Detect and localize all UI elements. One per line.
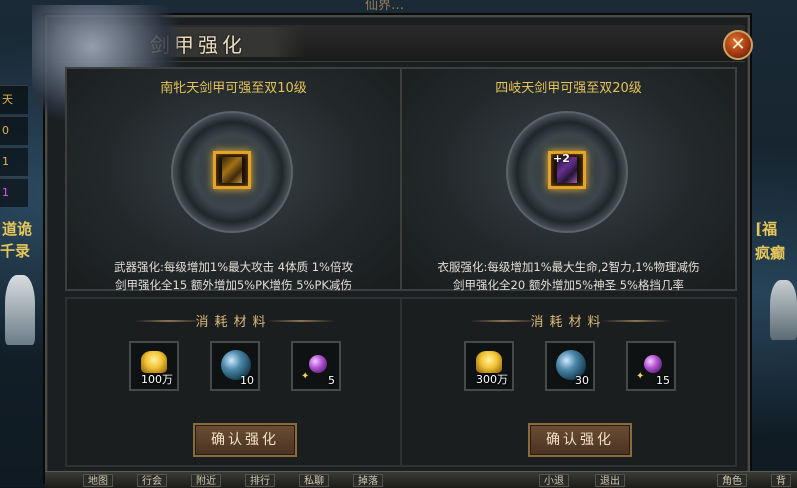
bottom-btn-rank[interactable]: 排行 <box>245 474 275 487</box>
right-confirm-enhance-button[interactable]: 确认强化 <box>528 423 632 457</box>
hud-cell: 0 <box>0 116 28 145</box>
material-count: 30 <box>575 374 589 387</box>
left-panel-title: 南牝天剑甲可强至双10级 <box>160 81 307 96</box>
bottom-game-bar: 地图 行会 附近 排行 私聊 掉落 小退 退出 角色 背 <box>45 471 797 488</box>
sparkle-icon: ✦ <box>636 371 645 382</box>
left-desc-line2: 剑甲强化全15 额外增加5%PK增伤 5%PK减伤 <box>115 278 352 292</box>
player-character-left[interactable] <box>5 275 35 345</box>
right-enhance-panel: 四岐天剑甲可强至双20级 +2 衣服强化:每级增加1%最大生命,2智力,1%物理… <box>400 67 737 292</box>
right-item-plus: +2 <box>553 152 570 165</box>
left-material-orb[interactable]: 10 <box>210 341 260 391</box>
bottom-btn-map[interactable]: 地图 <box>83 474 113 487</box>
purple-gem-icon <box>309 355 327 373</box>
right-materials-title: 消耗材料 <box>530 315 607 330</box>
hud-cell: 1 <box>0 147 28 176</box>
right-material-gold[interactable]: 300万 <box>464 341 514 391</box>
material-count: 5 <box>328 374 335 387</box>
right-desc-line1: 衣服强化:每级增加1%最大生命,2智力,1%物理减伤 <box>437 260 700 274</box>
hud-cell: 1 <box>0 178 28 207</box>
window-title: 剑甲强化 <box>150 33 246 57</box>
close-button[interactable]: ✕ <box>723 30 753 60</box>
left-materials-title: 消耗材料 <box>195 315 272 330</box>
right-materials-panel: 消耗材料 300万 30 ✦ 15 确认强化 <box>400 297 737 467</box>
gold-ingot-icon <box>476 351 502 373</box>
left-overlay-text-1: 道诡 <box>2 220 33 238</box>
left-hud: 天 0 1 1 <box>0 85 28 209</box>
close-icon: ✕ <box>730 34 746 55</box>
top-banner-text: 仙界… <box>365 0 405 13</box>
right-material-gem[interactable]: ✦ 15 <box>626 341 676 391</box>
material-count: 15 <box>656 374 670 387</box>
right-item-slot[interactable]: +2 <box>548 151 586 189</box>
bottom-btn-bag[interactable]: 背 <box>771 474 791 487</box>
left-materials-panel: 消耗材料 100万 10 ✦ 5 确认强化 <box>65 297 402 467</box>
left-overlay-text-2: 千录 <box>0 242 31 260</box>
right-panel-title: 四岐天剑甲可强至双20级 <box>495 81 642 96</box>
material-count: 300万 <box>476 373 508 386</box>
bottom-btn-character[interactable]: 角色 <box>717 474 747 487</box>
right-material-orb[interactable]: 30 <box>545 341 595 391</box>
left-material-gem[interactable]: ✦ 5 <box>291 341 341 391</box>
left-enhance-panel: 南牝天剑甲可强至双10级 武器强化:每级增加1%最大攻击 4体质 1%倍攻 剑甲… <box>65 67 402 292</box>
right-overlay-text-1: [福 <box>755 220 778 238</box>
player-character-right[interactable] <box>770 280 797 340</box>
left-confirm-enhance-button[interactable]: 确认强化 <box>193 423 297 457</box>
bottom-btn-private-chat[interactable]: 私聊 <box>299 474 329 487</box>
armor-enhance-window: 剑甲强化 ✕ 南牝天剑甲可强至双10级 武器强化:每级增加1%最大攻击 4体质 … <box>32 5 753 482</box>
sparkle-icon: ✦ <box>301 371 310 382</box>
title-bar[interactable]: 剑甲强化 ✕ <box>55 25 753 62</box>
right-desc-line2: 剑甲强化全20 额外增加5%神圣 5%格挡几率 <box>453 278 684 292</box>
purple-gem-icon <box>644 355 662 373</box>
bottom-btn-guild[interactable]: 行会 <box>137 474 167 487</box>
material-count: 100万 <box>141 373 173 386</box>
bottom-btn-nearby[interactable]: 附近 <box>191 474 221 487</box>
bottom-btn-drops[interactable]: 掉落 <box>353 474 383 487</box>
left-desc-line1: 武器强化:每级增加1%最大攻击 4体质 1%倍攻 <box>114 260 353 274</box>
material-count: 10 <box>240 374 254 387</box>
left-item-slot[interactable] <box>213 151 251 189</box>
right-overlay-text-2: 疯癫 <box>755 244 786 262</box>
left-material-gold[interactable]: 100万 <box>129 341 179 391</box>
sword-item-icon <box>222 157 242 183</box>
gold-ingot-icon <box>141 351 167 373</box>
bottom-btn-soft-logout[interactable]: 小退 <box>539 474 569 487</box>
hud-cell: 天 <box>0 85 28 114</box>
bottom-btn-exit[interactable]: 退出 <box>595 474 625 487</box>
